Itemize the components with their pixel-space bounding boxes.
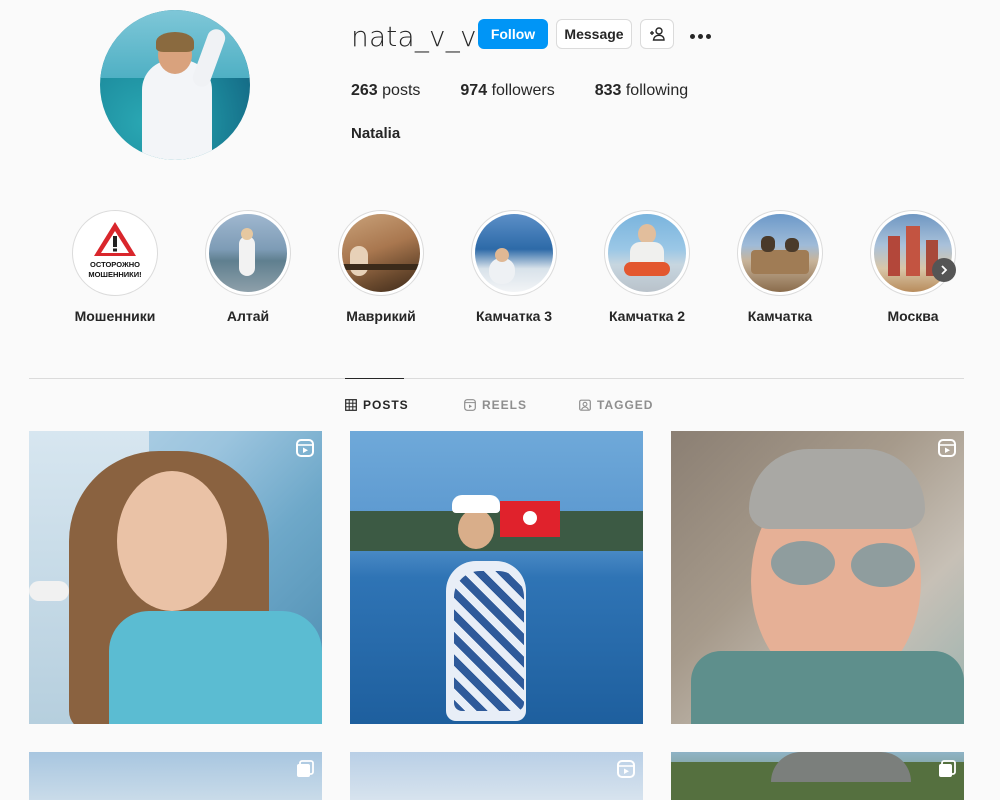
posts-count: 263 posts [351, 82, 421, 99]
profile-avatar[interactable] [100, 10, 250, 160]
carousel-badge-icon [939, 760, 956, 777]
follow-button[interactable]: Follow [478, 19, 548, 49]
post-tile[interactable] [350, 431, 643, 724]
carousel-badge-icon [297, 760, 314, 777]
reels-icon [464, 399, 476, 411]
more-horizontal-icon [690, 34, 695, 39]
reel-badge-icon [938, 439, 956, 457]
highlight-cover: ОСТОРОЖНО МОШЕННИКИ! [76, 214, 154, 292]
highlight-label: Алтай [226, 308, 270, 324]
message-button[interactable]: Message [556, 19, 632, 49]
highlights-next-button[interactable] [932, 258, 956, 282]
warning-sign-icon [94, 222, 136, 256]
story-highlights: ОСТОРОЖНО МОШЕННИКИ! Мошенники Алтай Мав… [72, 210, 962, 330]
tab-posts[interactable]: POSTS [345, 398, 409, 412]
post-tile[interactable] [350, 752, 643, 800]
post-tile[interactable] [29, 752, 322, 800]
followers-count[interactable]: 974 followers [460, 82, 554, 100]
post-tile[interactable] [29, 431, 322, 724]
highlight-item[interactable]: Камчатка [737, 210, 823, 324]
highlight-item[interactable]: Камчатка 2 [604, 210, 690, 324]
highlight-label: Маврикий [346, 308, 416, 324]
highlight-label: Москва [887, 308, 939, 324]
chevron-right-icon [941, 265, 948, 275]
highlight-cover [342, 214, 420, 292]
highlight-item[interactable]: ОСТОРОЖНО МОШЕННИКИ! Мошенники [72, 210, 158, 324]
person-add-icon [650, 27, 665, 41]
highlight-item[interactable]: Маврикий [338, 210, 424, 324]
post-tile[interactable] [671, 752, 964, 800]
grid-icon [345, 399, 357, 411]
suggested-accounts-button[interactable] [640, 19, 674, 49]
active-tab-indicator [345, 378, 404, 379]
profile-full-name: Natalia [351, 125, 401, 142]
highlight-cover [475, 214, 553, 292]
tab-tagged[interactable]: TAGGED [579, 398, 653, 412]
tagged-icon [579, 399, 591, 411]
highlight-item[interactable]: Алтай [205, 210, 291, 324]
highlight-cover [741, 214, 819, 292]
highlight-cover [209, 214, 287, 292]
tabs-divider [29, 378, 964, 379]
profile-stats: 263 posts 974 followers 833 following [351, 82, 728, 100]
following-count[interactable]: 833 following [595, 82, 688, 100]
reel-badge-icon [296, 439, 314, 457]
highlight-label: Камчатка [747, 308, 813, 324]
profile-username: nata_v_v [351, 20, 477, 53]
reel-badge-icon [617, 760, 635, 778]
highlight-cover [608, 214, 686, 292]
post-tile[interactable] [671, 431, 964, 724]
warning-sign-text: ОСТОРОЖНО МОШЕННИКИ! [88, 260, 142, 279]
highlight-label: Камчатка 3 [475, 308, 553, 324]
highlight-label: Мошенники [74, 308, 156, 324]
more-options-button[interactable] [690, 26, 716, 42]
tab-reels[interactable]: REELS [464, 398, 527, 412]
avatar-hair [156, 32, 194, 52]
highlight-item[interactable]: Камчатка 3 [471, 210, 557, 324]
highlight-label: Камчатка 2 [608, 308, 686, 324]
